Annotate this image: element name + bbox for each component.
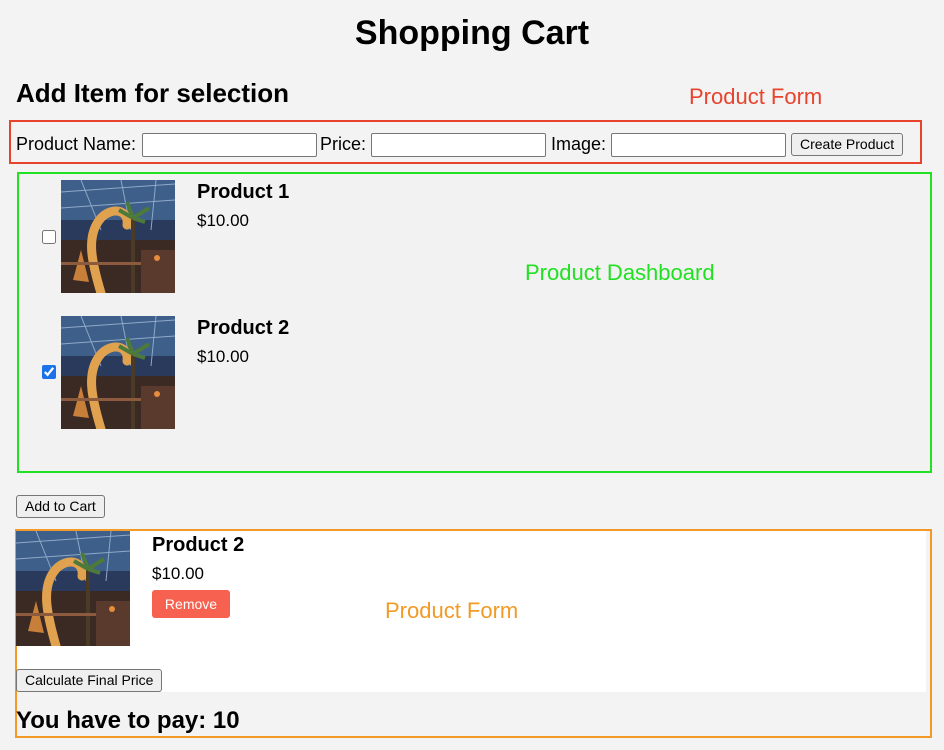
add-item-heading: Add Item for selection: [16, 78, 290, 108]
price-label: Price:: [320, 134, 367, 154]
product-1-name: Product 1: [197, 181, 290, 203]
product-2-price: $10.00: [197, 347, 249, 366]
create-product-button[interactable]: Create Product: [791, 133, 904, 156]
product-form-annotation: Product Form: [689, 84, 823, 109]
product-1-image: [61, 180, 175, 293]
cart-item-price: $10.00: [152, 564, 204, 583]
cart-item-name: Product 2: [152, 534, 245, 556]
image-label: Image:: [551, 134, 607, 154]
product-1-checkbox[interactable]: [42, 230, 56, 244]
product-1-price: $10.00: [197, 211, 249, 230]
cart-annotation: Product Form: [385, 598, 519, 623]
price-input[interactable]: [371, 133, 546, 157]
add-to-cart-button[interactable]: Add to Cart: [16, 495, 105, 518]
total-amount-text: You have to pay: 10: [16, 707, 240, 734]
cart-item-image: [16, 531, 130, 646]
product-2-image: [61, 316, 175, 429]
page-title: Shopping Cart: [354, 14, 590, 52]
image-input[interactable]: [611, 133, 786, 157]
product-name-input[interactable]: [142, 133, 317, 157]
product-name-label: Product Name:: [16, 134, 137, 154]
product-2-name: Product 2: [197, 317, 290, 339]
remove-button[interactable]: Remove: [152, 590, 230, 618]
product-dashboard-annotation: Product Dashboard: [525, 260, 715, 285]
calculate-final-price-button[interactable]: Calculate Final Price: [16, 669, 163, 692]
product-2-checkbox[interactable]: [42, 365, 56, 379]
